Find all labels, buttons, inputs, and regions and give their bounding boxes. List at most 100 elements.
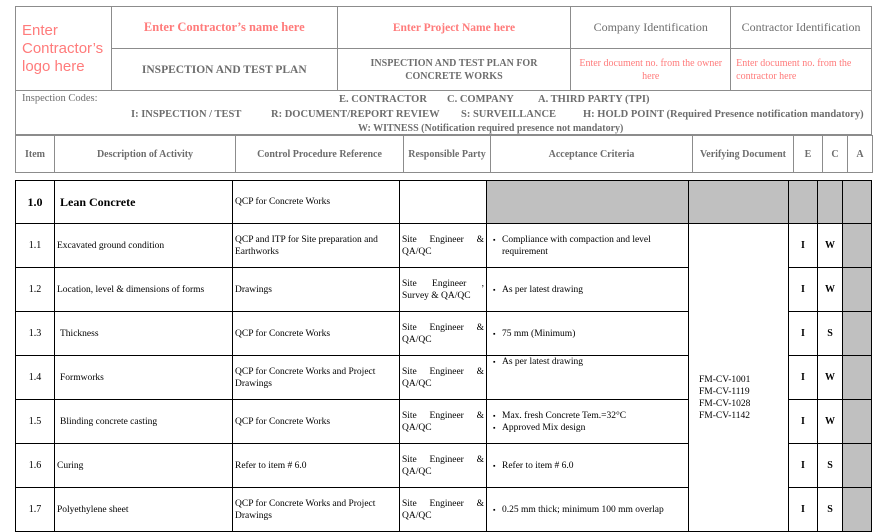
criteria-item: ▪ 0.25 mm thick; minimum 100 mm overlap <box>493 504 686 516</box>
plan-subtitle: INSPECTION AND TEST PLAN FOR CONCRETE WO… <box>336 48 572 91</box>
column-header-c: C <box>822 135 848 173</box>
row-code-e[interactable]: I <box>788 223 818 268</box>
contractor-identification-label: Contractor Identification <box>730 6 872 49</box>
bullet-icon: ▪ <box>493 235 496 244</box>
criteria-item: ▪ Refer to item # 6.0 <box>493 460 686 472</box>
row-acceptance-criteria: ▪ Refer to item # 6.0 <box>486 443 689 488</box>
row-item-number: 1.7 <box>15 487 55 532</box>
row-code-a[interactable] <box>842 267 872 312</box>
row-activity: Blinding concrete casting <box>54 399 233 444</box>
verifying-document-code: FM-CV-1142 <box>699 410 751 421</box>
row-acceptance-criteria: ▪ 75 mm (Minimum) <box>486 311 689 356</box>
criteria-text: Max. fresh Concrete Tem.=32°C <box>502 410 627 421</box>
criteria-item: ▪ Approved Mix design <box>493 422 686 434</box>
row-procedure: QCP for Concrete Works <box>232 311 400 356</box>
code-type-surveillance: S: SURVEILLANCE <box>461 109 557 120</box>
column-header-description: Description of Activity <box>54 135 236 173</box>
criteria-item: ▪ As per latest drawing <box>493 356 686 368</box>
section-criteria <box>486 180 689 224</box>
row-activity: Curing <box>54 443 233 488</box>
row-procedure: QCP for Concrete Works <box>232 399 400 444</box>
verifying-documents: FM-CV-1001 FM-CV-1119 FM-CV-1028 FM-CV-1142 <box>688 223 789 532</box>
row-code-a[interactable] <box>842 399 872 444</box>
row-code-a[interactable] <box>842 487 872 532</box>
row-acceptance-criteria: ▪ Compliance with compaction and level re… <box>486 223 689 268</box>
code-party-third: A. THIRD PARTY (TPI) <box>538 94 650 105</box>
row-code-e[interactable]: I <box>788 311 818 356</box>
criteria-text: 0.25 mm thick; minimum 100 mm overlap <box>502 504 664 515</box>
column-header-responsible: Responsible Party <box>403 135 491 173</box>
row-acceptance-criteria: ▪ Max. fresh Concrete Tem.=32°C ▪ Approved … <box>486 399 689 444</box>
row-activity: Formworks <box>54 355 233 400</box>
column-header-criteria: Acceptance Criteria <box>490 135 693 173</box>
row-code-c[interactable]: S <box>817 487 843 532</box>
company-document-number-field[interactable]: Enter document no. from the owner here <box>570 48 732 91</box>
bullet-icon: ▪ <box>493 329 496 338</box>
verifying-document-code: FM-CV-1119 <box>699 386 750 397</box>
section-c <box>817 180 843 224</box>
row-responsible-party: Site Engineer & QA/QC <box>399 487 487 532</box>
row-acceptance-criteria: ▪ 0.25 mm thick; minimum 100 mm overlap <box>486 487 689 532</box>
bullet-icon: ▪ <box>493 285 496 294</box>
row-item-number: 1.1 <box>15 223 55 268</box>
section-procedure: QCP for Concrete Works <box>232 180 400 224</box>
row-activity: Location, level & dimensions of forms <box>54 267 233 312</box>
criteria-item: ▪ Max. fresh Concrete Tem.=32°C <box>493 410 686 422</box>
row-code-c[interactable]: W <box>817 223 843 268</box>
row-code-c[interactable]: W <box>817 399 843 444</box>
row-responsible-party: Site Engineer & QA/QC <box>399 311 487 356</box>
row-code-e[interactable]: I <box>788 443 818 488</box>
bullet-icon: ▪ <box>493 461 496 470</box>
contractor-name-field[interactable]: Enter Contractor’s name here <box>110 6 338 49</box>
code-type-witness: W: WITNESS (Notification required presen… <box>358 123 624 134</box>
row-code-e[interactable]: I <box>788 355 818 400</box>
table-row: 1.1 Excavated ground condition QCP and ITP… <box>15 223 872 532</box>
row-procedure: Refer to item # 6.0 <box>232 443 400 488</box>
row-acceptance-criteria: ▪ As per latest drawing <box>486 355 689 400</box>
verifying-document-code: FM-CV-1028 <box>699 398 751 409</box>
row-code-e[interactable]: I <box>788 399 818 444</box>
criteria-text: Refer to item # 6.0 <box>502 460 574 471</box>
code-party-contractor: E. CONTRACTOR <box>339 94 427 105</box>
section-title: Lean Concrete <box>54 180 233 224</box>
code-type-review: R: DOCUMENT/REPORT REVIEW <box>271 109 440 120</box>
contractor-logo-placeholder[interactable]: Enter Contractor’s logo here <box>15 6 112 91</box>
row-responsible-party: Site Engineer & QA/QC <box>399 399 487 444</box>
row-item-number: 1.5 <box>15 399 55 444</box>
project-name-field[interactable]: Enter Project Name here <box>336 6 572 49</box>
row-item-number: 1.2 <box>15 267 55 312</box>
criteria-text: As per latest drawing <box>502 284 583 295</box>
row-code-a[interactable] <box>842 443 872 488</box>
row-activity: Thickness <box>54 311 233 356</box>
criteria-item: ▪ Compliance with compaction and level re… <box>493 234 686 258</box>
row-code-a[interactable] <box>842 355 872 400</box>
row-code-c[interactable]: S <box>817 311 843 356</box>
itp-table: 1.0 Lean Concrete QCP for Concrete Works… <box>15 180 872 532</box>
criteria-text: Approved Mix design <box>502 422 586 433</box>
row-item-number: 1.3 <box>15 311 55 356</box>
contractor-document-number-field[interactable]: Enter document no. from the contractor h… <box>730 48 872 91</box>
row-code-c[interactable]: W <box>817 355 843 400</box>
row-code-e[interactable]: I <box>788 267 818 312</box>
code-type-hold-point: H: HOLD POINT (Required Presence notific… <box>583 109 864 120</box>
row-code-a[interactable] <box>842 311 872 356</box>
company-identification-label: Company Identification <box>570 6 732 49</box>
row-code-a[interactable] <box>842 223 872 268</box>
plan-title: INSPECTION AND TEST PLAN <box>110 48 338 91</box>
column-header-verifying: Verifying Document <box>692 135 794 173</box>
row-procedure: QCP and ITP for Site preparation and Ear… <box>232 223 400 268</box>
row-code-c[interactable]: W <box>817 267 843 312</box>
section-party <box>399 180 487 224</box>
bullet-icon: ▪ <box>493 505 496 514</box>
row-item-number: 1.4 <box>15 355 55 400</box>
column-header-row: Item Description of Activity Control Pro… <box>15 135 873 173</box>
row-item-number: 1.6 <box>15 443 55 488</box>
row-code-e[interactable]: I <box>788 487 818 532</box>
code-party-company: C. COMPANY <box>447 94 514 105</box>
row-responsible-party: Site Engineer & QA/QC <box>399 443 487 488</box>
row-responsible-party: Site Engineer & QA/QC <box>399 355 487 400</box>
row-code-c[interactable]: S <box>817 443 843 488</box>
section-item-number: 1.0 <box>15 180 55 224</box>
bullet-icon: ▪ <box>493 423 496 432</box>
section-row: 1.0 Lean Concrete QCP for Concrete Works <box>15 180 872 224</box>
